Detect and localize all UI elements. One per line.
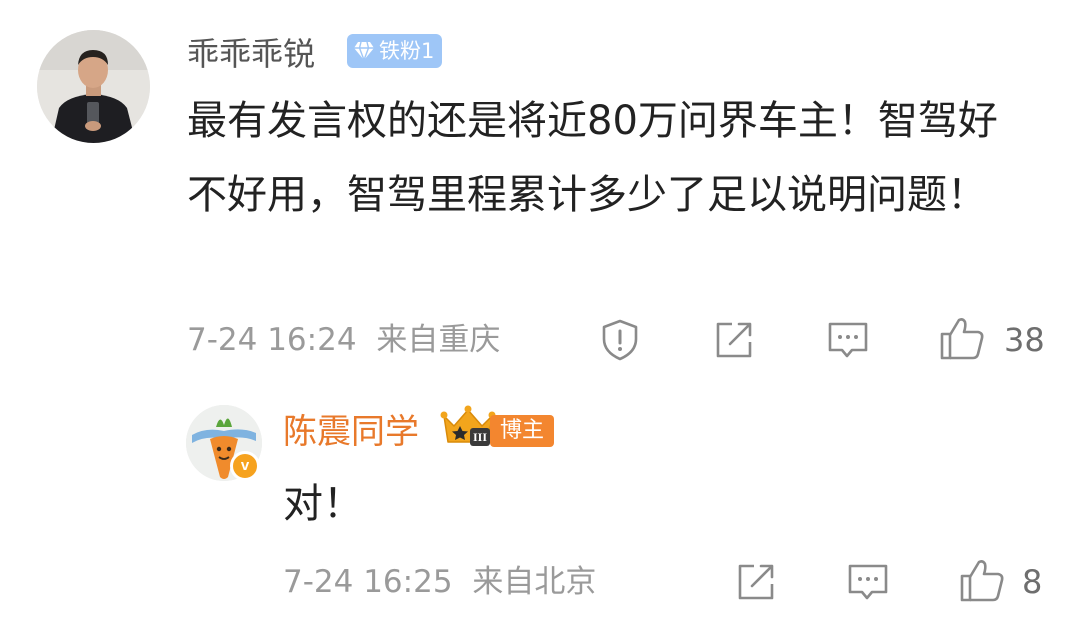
verified-v-badge: v	[230, 451, 260, 481]
comment-icon[interactable]	[826, 318, 870, 362]
comment-thread: 乖乖乖锐 铁粉1 最有发言权的还是将近80万问界车主！智驾好不好用，智驾里程累计…	[0, 0, 1080, 638]
reply-time: 7-24 16:25	[283, 564, 453, 600]
report-icon[interactable]	[598, 318, 642, 362]
avatar[interactable]	[37, 30, 150, 143]
share-icon[interactable]	[734, 560, 778, 604]
comment-author-name[interactable]: 乖乖乖锐	[187, 32, 315, 76]
comment-text: 最有发言权的还是将近80万问界车主！智驾好不好用，智驾里程累计多少了足以说明问题…	[187, 98, 998, 218]
reply-author-name[interactable]: 陈震同学	[283, 409, 419, 455]
crown-level: III	[472, 430, 487, 444]
blogger-badge: 博主	[490, 415, 555, 447]
comment-meta: 7-24 16:24 来自重庆	[187, 320, 500, 360]
like-icon[interactable]	[958, 556, 1006, 604]
share-icon[interactable]	[712, 318, 756, 362]
like-icon[interactable]	[938, 314, 986, 362]
comment-icon[interactable]	[846, 560, 890, 604]
diamond-icon	[353, 41, 375, 61]
comment-time: 7-24 16:24	[187, 322, 357, 358]
like-count: 38	[1004, 321, 1045, 359]
reply-location: 来自北京	[472, 564, 597, 600]
reply-text: 对！	[283, 481, 363, 527]
comment-location: 来自重庆	[376, 322, 501, 358]
fan-badge-label: 铁粉1	[379, 39, 435, 63]
crown-icon: III	[440, 404, 496, 450]
reply-like-count: 8	[1022, 563, 1043, 601]
fan-badge: 铁粉1	[347, 34, 443, 68]
reply-meta: 7-24 16:25 来自北京	[283, 562, 596, 602]
